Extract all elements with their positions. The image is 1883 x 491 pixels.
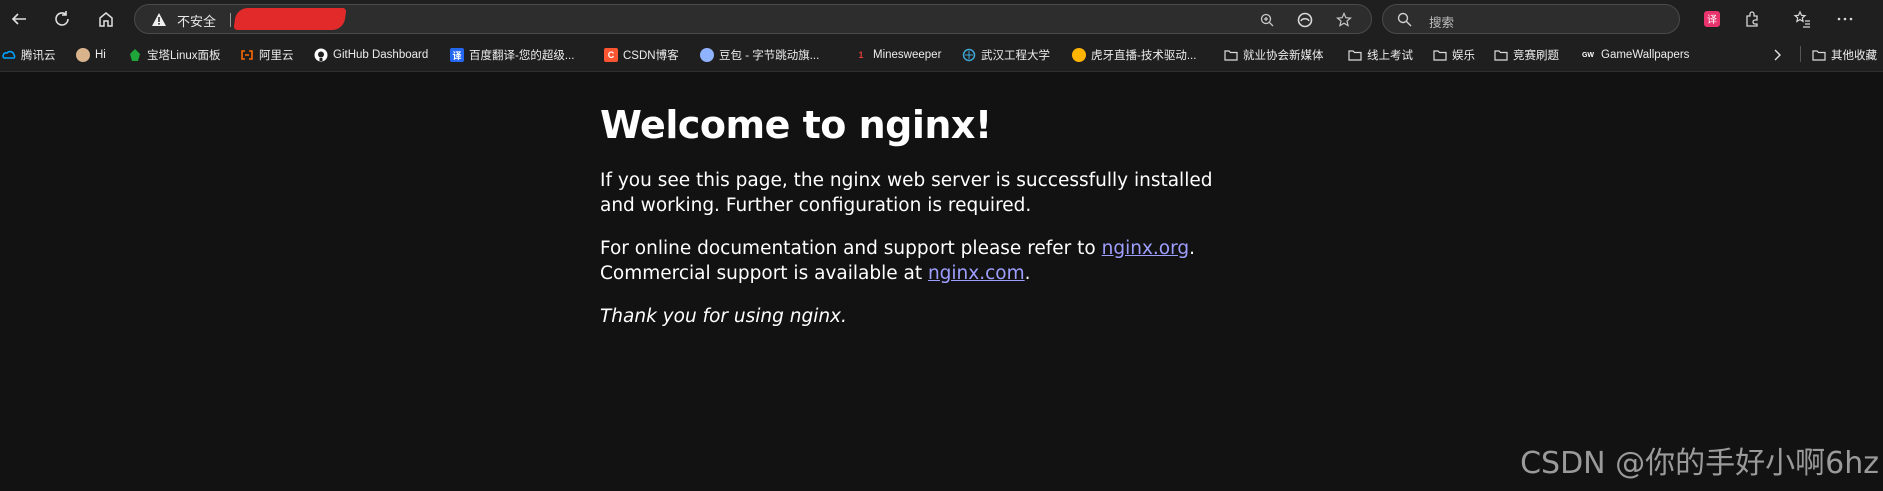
bookmark-label: GitHub Dashboard	[333, 49, 429, 61]
warning-icon[interactable]	[151, 12, 167, 27]
bookmark-label: Minesweeper	[873, 49, 942, 61]
translate-extension-button[interactable]: 译	[1698, 5, 1726, 33]
bookmark-label: 百度翻译-您的超级...	[469, 50, 575, 62]
bookmarks-overflow-button[interactable]	[1770, 46, 1784, 64]
refresh-icon	[55, 11, 69, 26]
address-bar[interactable]: 不安全	[134, 4, 1372, 34]
docs-text: For online documentation and support ple…	[600, 238, 1102, 259]
bookmark-folder-entertainment[interactable]: 娱乐	[1433, 46, 1475, 64]
watermark: CSDN @你的手好小啊6hz	[1520, 446, 1879, 481]
folder-icon	[1494, 48, 1508, 62]
puzzle-icon	[1746, 11, 1758, 27]
huya-icon	[1072, 48, 1086, 62]
bookmark-label: 线上考试	[1367, 50, 1413, 62]
csdn-icon: C	[604, 48, 618, 62]
security-label[interactable]: 不安全	[177, 11, 216, 30]
tencent-cloud-icon	[2, 48, 16, 62]
search-box[interactable]: 搜索	[1382, 4, 1680, 34]
folder-icon	[1224, 48, 1238, 62]
bookmark-minesweeper[interactable]: 1 Minesweeper	[854, 46, 941, 64]
folder-icon	[1433, 48, 1447, 62]
folder-icon	[1348, 48, 1362, 62]
bookmark-label: 宝塔Linux面板	[147, 50, 221, 62]
back-arrow-icon	[11, 13, 26, 25]
bookmark-wuhan-institute[interactable]: 武汉工程大学	[962, 46, 1050, 64]
wit-icon	[962, 48, 976, 62]
page-heading: Welcome to nginx!	[600, 103, 992, 147]
url-redaction	[233, 8, 347, 30]
bookmark-label: GameWallpapers	[1601, 49, 1690, 61]
star-icon	[1336, 12, 1352, 27]
commercial-text: Commercial support is available at	[600, 263, 928, 284]
page-content: Welcome to nginx! If you see this page, …	[600, 100, 1240, 329]
github-icon	[314, 48, 328, 62]
bookmark-label: 阿里云	[259, 50, 294, 62]
favorite-button[interactable]	[1334, 10, 1354, 30]
bookmark-label: 虎牙直播-技术驱动...	[1091, 50, 1197, 62]
edge-icon	[1297, 12, 1313, 28]
bookmark-label: 豆包 - 字节跳动旗...	[719, 50, 820, 62]
zoom-button[interactable]	[1257, 10, 1277, 30]
bookmark-folder-other[interactable]: 其他收藏	[1812, 46, 1877, 64]
bookmark-baota[interactable]: 宝塔Linux面板	[128, 46, 221, 64]
intro-paragraph: If you see this page, the nginx web serv…	[600, 170, 1213, 216]
address-separator	[230, 13, 231, 27]
thanks-text: Thank you for using nginx.	[600, 306, 847, 327]
doubao-icon	[700, 48, 714, 62]
bookmarks-bar: 腾讯云 Hi 宝塔Linux面板 阿里云 GitHub Dashboard 译 …	[0, 38, 1883, 72]
commercial-period: .	[1024, 263, 1031, 284]
bookmark-tencent-cloud[interactable]: 腾讯云	[2, 46, 56, 64]
nginx-com-link[interactable]: nginx.com	[928, 263, 1025, 284]
docs-paragraph: For online documentation and support ple…	[600, 236, 1240, 286]
search-icon	[1397, 12, 1412, 27]
bookmark-github-dashboard[interactable]: GitHub Dashboard	[314, 46, 428, 64]
bookmark-aliyun[interactable]: 阿里云	[240, 46, 294, 64]
bookmark-label: 就业协会新媒体	[1243, 50, 1324, 62]
back-button[interactable]	[4, 4, 34, 34]
thanks-paragraph: Thank you for using nginx.	[600, 304, 1240, 329]
bookmark-folder-contest[interactable]: 竞赛刷题	[1494, 46, 1559, 64]
favorites-list-icon	[1793, 10, 1810, 28]
bookmark-label: 竞赛刷题	[1513, 50, 1559, 62]
bookmark-huya[interactable]: 虎牙直播-技术驱动...	[1072, 46, 1196, 64]
bookmark-label: 其他收藏	[1831, 50, 1877, 62]
bookmark-label: Hi	[95, 49, 106, 61]
translate-extension-icon: 译	[1704, 11, 1720, 27]
bookmarks-divider	[1800, 46, 1801, 62]
extensions-button[interactable]	[1738, 5, 1766, 33]
bookmark-folder-employment[interactable]: 就业协会新媒体	[1224, 46, 1324, 64]
bookmark-label: 腾讯云	[21, 50, 56, 62]
baidu-translate-icon: 译	[450, 48, 464, 62]
zoom-in-icon	[1260, 13, 1274, 27]
gamewallpapers-icon: GW	[1581, 51, 1595, 59]
nginx-org-link[interactable]: nginx.org	[1102, 238, 1190, 259]
bookmark-baidu-translate[interactable]: 译 百度翻译-您的超级...	[450, 46, 574, 64]
bookmark-gamewallpapers[interactable]: GW GameWallpapers	[1580, 46, 1689, 64]
baota-icon	[128, 48, 142, 62]
bookmark-label: 娱乐	[1452, 50, 1475, 62]
bookmark-hi[interactable]: Hi	[76, 46, 106, 64]
svg-text:译: 译	[1707, 14, 1717, 26]
favorites-button[interactable]	[1788, 5, 1816, 33]
minesweeper-icon: 1	[858, 50, 864, 60]
home-button[interactable]	[91, 4, 121, 34]
browser-toolbar: 不安全 搜索 译	[0, 0, 1883, 38]
chevron-right-icon	[1774, 49, 1781, 61]
aliyun-icon	[240, 48, 254, 62]
hi-avatar-icon	[76, 48, 90, 62]
docs-period: .	[1189, 238, 1196, 259]
home-icon	[99, 12, 113, 27]
bookmark-label: CSDN博客	[623, 50, 679, 62]
edge-copilot-button[interactable]	[1295, 10, 1315, 30]
refresh-button[interactable]	[47, 4, 77, 34]
more-menu-button[interactable]	[1831, 5, 1859, 33]
bookmark-csdn[interactable]: C CSDN博客	[604, 46, 679, 64]
bookmark-doubao[interactable]: 豆包 - 字节跳动旗...	[700, 46, 819, 64]
bookmark-folder-exam[interactable]: 线上考试	[1348, 46, 1413, 64]
more-dots-icon	[1837, 17, 1853, 21]
bookmark-label: 武汉工程大学	[981, 50, 1050, 62]
search-placeholder: 搜索	[1429, 16, 1455, 30]
folder-icon	[1812, 48, 1826, 62]
